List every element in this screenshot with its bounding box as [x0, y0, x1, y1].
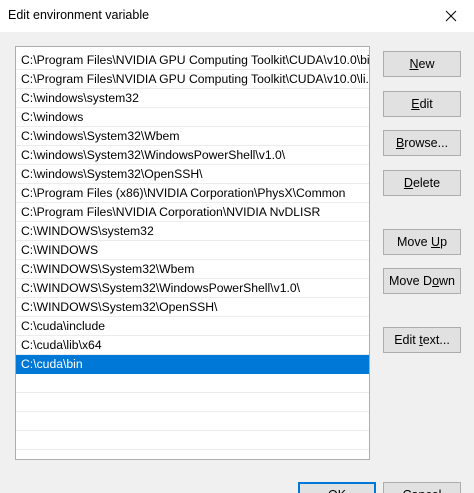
window-title: Edit environment variable [8, 8, 150, 22]
cancel-button[interactable]: Cancel [383, 482, 461, 493]
move-down-button-label-post: wn [439, 274, 455, 288]
path-item[interactable]: C:\cuda\lib\x64 [16, 336, 369, 355]
path-item[interactable]: C:\Program Files\NVIDIA GPU Computing To… [16, 70, 369, 89]
new-button[interactable]: New [383, 51, 461, 77]
path-item[interactable]: C:\windows\System32\WindowsPowerShell\v1… [16, 146, 369, 165]
edit-text-button[interactable]: Edit text... [383, 327, 461, 353]
path-item[interactable]: C:\Program Files\NVIDIA Corporation\NVID… [16, 203, 369, 222]
path-listbox[interactable]: C:\Program Files\NVIDIA GPU Computing To… [15, 46, 370, 460]
path-item[interactable]: C:\WINDOWS\system32 [16, 222, 369, 241]
edit-text-button-label-post: ext... [422, 333, 450, 347]
move-up-button[interactable]: Move Up [383, 229, 461, 255]
edit-button-mnemonic: E [411, 97, 420, 111]
empty-row [16, 431, 369, 450]
move-down-button-label-pre: Move D [388, 274, 433, 288]
empty-row [16, 412, 369, 431]
close-icon [445, 10, 457, 22]
path-list: C:\Program Files\NVIDIA GPU Computing To… [16, 47, 369, 450]
path-item[interactable]: C:\Program Files (x86)\NVIDIA Corporatio… [16, 184, 369, 203]
browse-button-label-post: rowse... [404, 136, 449, 150]
empty-row [16, 374, 369, 393]
ok-button[interactable]: OK [298, 482, 376, 493]
new-button-label-post: ew [418, 57, 435, 71]
close-button[interactable] [428, 0, 474, 32]
new-button-mnemonic: N [409, 57, 419, 71]
move-down-button[interactable]: Move Down [383, 268, 461, 294]
browse-button[interactable]: Browse... [383, 130, 461, 156]
path-item[interactable]: C:\cuda\include [16, 317, 369, 336]
path-item[interactable]: C:\WINDOWS [16, 241, 369, 260]
delete-button-label-post: elete [412, 176, 441, 190]
move-up-button-mnemonic: U [431, 235, 441, 249]
move-down-button-mnemonic: o [432, 274, 440, 288]
delete-button[interactable]: Delete [383, 170, 461, 196]
path-item[interactable]: C:\WINDOWS\System32\WindowsPowerShell\v1… [16, 279, 369, 298]
edit-button-label-post: dit [419, 97, 433, 111]
path-item[interactable]: C:\WINDOWS\System32\Wbem [16, 260, 369, 279]
path-item[interactable]: C:\cuda\bin [16, 355, 369, 374]
delete-button-mnemonic: D [403, 176, 413, 190]
path-item[interactable]: C:\Program Files\NVIDIA GPU Computing To… [16, 51, 369, 70]
path-item[interactable]: C:\WINDOWS\System32\OpenSSH\ [16, 298, 369, 317]
path-item[interactable]: C:\windows\System32\OpenSSH\ [16, 165, 369, 184]
move-up-button-label-pre: Move [396, 235, 432, 249]
path-item[interactable]: C:\windows\System32\Wbem [16, 127, 369, 146]
path-item[interactable]: C:\windows\system32 [16, 89, 369, 108]
edit-button[interactable]: Edit [383, 91, 461, 117]
title-bar: Edit environment variable [0, 0, 474, 32]
empty-row [16, 393, 369, 412]
path-item[interactable]: C:\windows [16, 108, 369, 127]
move-up-button-label-post: p [440, 235, 448, 249]
edit-text-button-label-pre: Edit [394, 333, 420, 347]
